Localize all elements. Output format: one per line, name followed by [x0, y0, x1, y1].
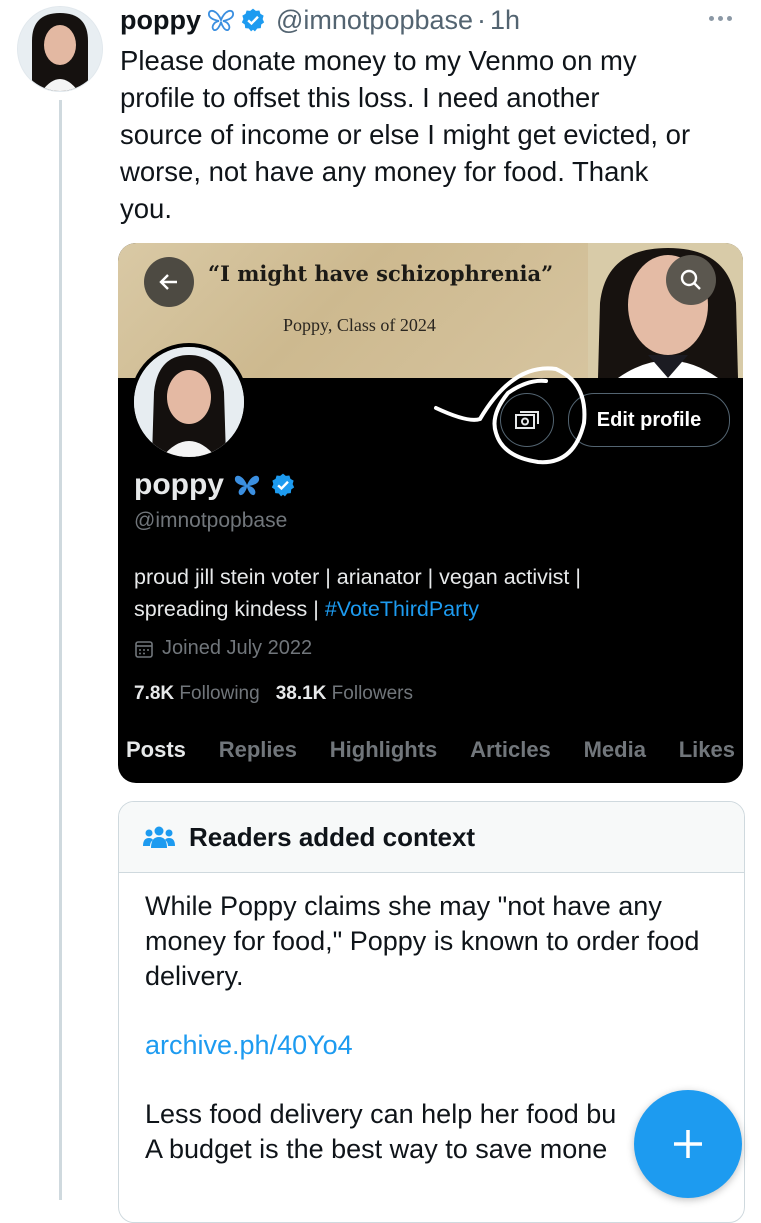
tab-articles[interactable]: Articles	[470, 737, 551, 763]
following-label: Following	[179, 683, 260, 704]
tweet-time[interactable]: 1h	[490, 5, 520, 36]
search-icon	[680, 269, 701, 290]
edit-profile-button[interactable]: Edit profile	[568, 393, 730, 447]
author-handle[interactable]: @imnotpopbase	[276, 5, 473, 36]
avatar[interactable]	[17, 6, 103, 92]
followers-count: 38.1K	[275, 683, 327, 704]
note-paragraph-2: Less food delivery can help her food bu …	[145, 1099, 617, 1164]
tab-likes[interactable]: Likes	[679, 737, 735, 763]
tab-posts[interactable]: Posts	[126, 737, 186, 763]
note-paragraph: While Poppy claims she may "not have any…	[145, 891, 700, 991]
note-header[interactable]: Readers added context	[119, 802, 744, 873]
tab-media[interactable]: Media	[584, 737, 646, 763]
compose-button[interactable]	[634, 1090, 742, 1198]
butterfly-icon	[208, 8, 234, 32]
followers-label: Followers	[331, 683, 413, 704]
calendar-icon	[135, 640, 153, 658]
money-icon	[515, 411, 539, 429]
more-icon[interactable]	[709, 8, 741, 28]
profile-bio: proud jill stein voter | arianator | veg…	[134, 561, 734, 625]
profile-tabs: Posts Replies Highlights Articles Media …	[118, 737, 743, 763]
profile-stats: 7.8K Following 38.1K Followers	[134, 683, 413, 705]
profile-name: poppy	[134, 468, 224, 501]
note-title: Readers added context	[189, 821, 476, 852]
tweet-text: Please donate money to my Venmo on my pr…	[120, 45, 691, 224]
thread-line	[59, 100, 62, 1200]
profile-avatar[interactable]	[130, 343, 248, 461]
back-button[interactable]	[144, 257, 194, 307]
attached-image[interactable]: “I might have schizophrenia” Poppy, Clas…	[118, 243, 743, 783]
banner-caption: Poppy, Class of 2024	[283, 315, 436, 335]
butterfly-icon	[234, 473, 260, 497]
tab-replies[interactable]: Replies	[219, 737, 297, 763]
followers-stat[interactable]: 38.1K Followers	[276, 683, 413, 705]
profile-handle: @imnotpopbase	[134, 509, 288, 532]
banner-photo	[588, 243, 743, 378]
separator-dot: ·	[477, 4, 487, 35]
following-stat[interactable]: 7.8K Following	[134, 683, 260, 705]
back-arrow-icon	[159, 274, 177, 290]
banner-quote: “I might have schizophrenia”	[208, 261, 554, 286]
verified-badge-icon	[270, 472, 296, 498]
joined-date: Joined July 2022	[162, 637, 313, 659]
search-button[interactable]	[666, 255, 716, 305]
author-name[interactable]: poppy	[120, 5, 201, 36]
money-button[interactable]	[500, 393, 554, 447]
people-icon	[143, 826, 175, 848]
profile-joined: Joined July 2022	[134, 637, 312, 660]
verified-badge-icon	[240, 7, 266, 33]
profile-name-row: poppy	[134, 468, 296, 502]
avatar-image	[18, 7, 102, 91]
tweet-header: poppy @imnotpopbase · 1h	[120, 4, 520, 36]
tab-highlights[interactable]: Highlights	[330, 737, 438, 763]
bio-hashtag[interactable]: #VoteThirdParty	[325, 597, 479, 621]
plus-icon	[674, 1130, 702, 1158]
note-link[interactable]: archive.ph/40Yo4	[145, 1028, 718, 1063]
following-count: 7.8K	[134, 683, 175, 704]
